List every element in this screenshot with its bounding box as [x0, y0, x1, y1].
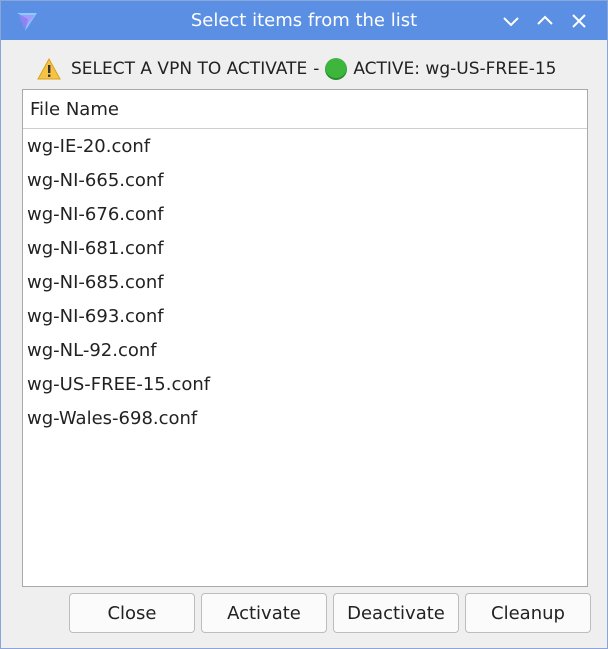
- file-list[interactable]: File Name wg-IE-20.conf wg-NI-665.conf w…: [22, 89, 588, 587]
- cleanup-button[interactable]: Cleanup: [465, 593, 591, 633]
- title-bar[interactable]: Select items from the list: [1, 1, 607, 40]
- warning-icon: [37, 58, 61, 80]
- banner-separator: -: [313, 59, 320, 79]
- deactivate-button[interactable]: Deactivate: [333, 593, 459, 633]
- activate-button[interactable]: Activate: [201, 593, 327, 633]
- close-icon[interactable]: [567, 9, 591, 33]
- banner-active-vpn: ACTIVE: wg-US-FREE-15: [353, 59, 557, 79]
- list-item[interactable]: wg-NI-676.conf: [23, 198, 587, 232]
- list-item[interactable]: wg-US-FREE-15.conf: [23, 368, 587, 402]
- dialog-window: Select items from the list SELECT A VPN …: [0, 0, 608, 649]
- list-item[interactable]: wg-NI-685.conf: [23, 266, 587, 300]
- column-header-label: File Name: [30, 99, 119, 120]
- banner-instruction: SELECT A VPN TO ACTIVATE: [71, 59, 308, 79]
- green-circle-icon: [325, 58, 348, 80]
- list-item[interactable]: wg-NI-693.conf: [23, 300, 587, 334]
- list-item[interactable]: wg-NI-681.conf: [23, 232, 587, 266]
- list-item[interactable]: wg-NL-92.conf: [23, 334, 587, 368]
- maximize-chevron-icon[interactable]: [533, 9, 557, 33]
- list-item[interactable]: wg-NI-665.conf: [23, 164, 587, 198]
- status-banner: SELECT A VPN TO ACTIVATE - ACTIVE: wg-US…: [37, 57, 556, 81]
- minimize-chevron-icon[interactable]: [499, 9, 523, 33]
- list-item[interactable]: wg-IE-20.conf: [23, 130, 587, 164]
- column-header-file-name[interactable]: File Name: [23, 90, 587, 129]
- close-button[interactable]: Close: [69, 593, 195, 633]
- list-item[interactable]: wg-Wales-698.conf: [23, 402, 587, 436]
- list-items: wg-IE-20.conf wg-NI-665.conf wg-NI-676.c…: [23, 130, 587, 436]
